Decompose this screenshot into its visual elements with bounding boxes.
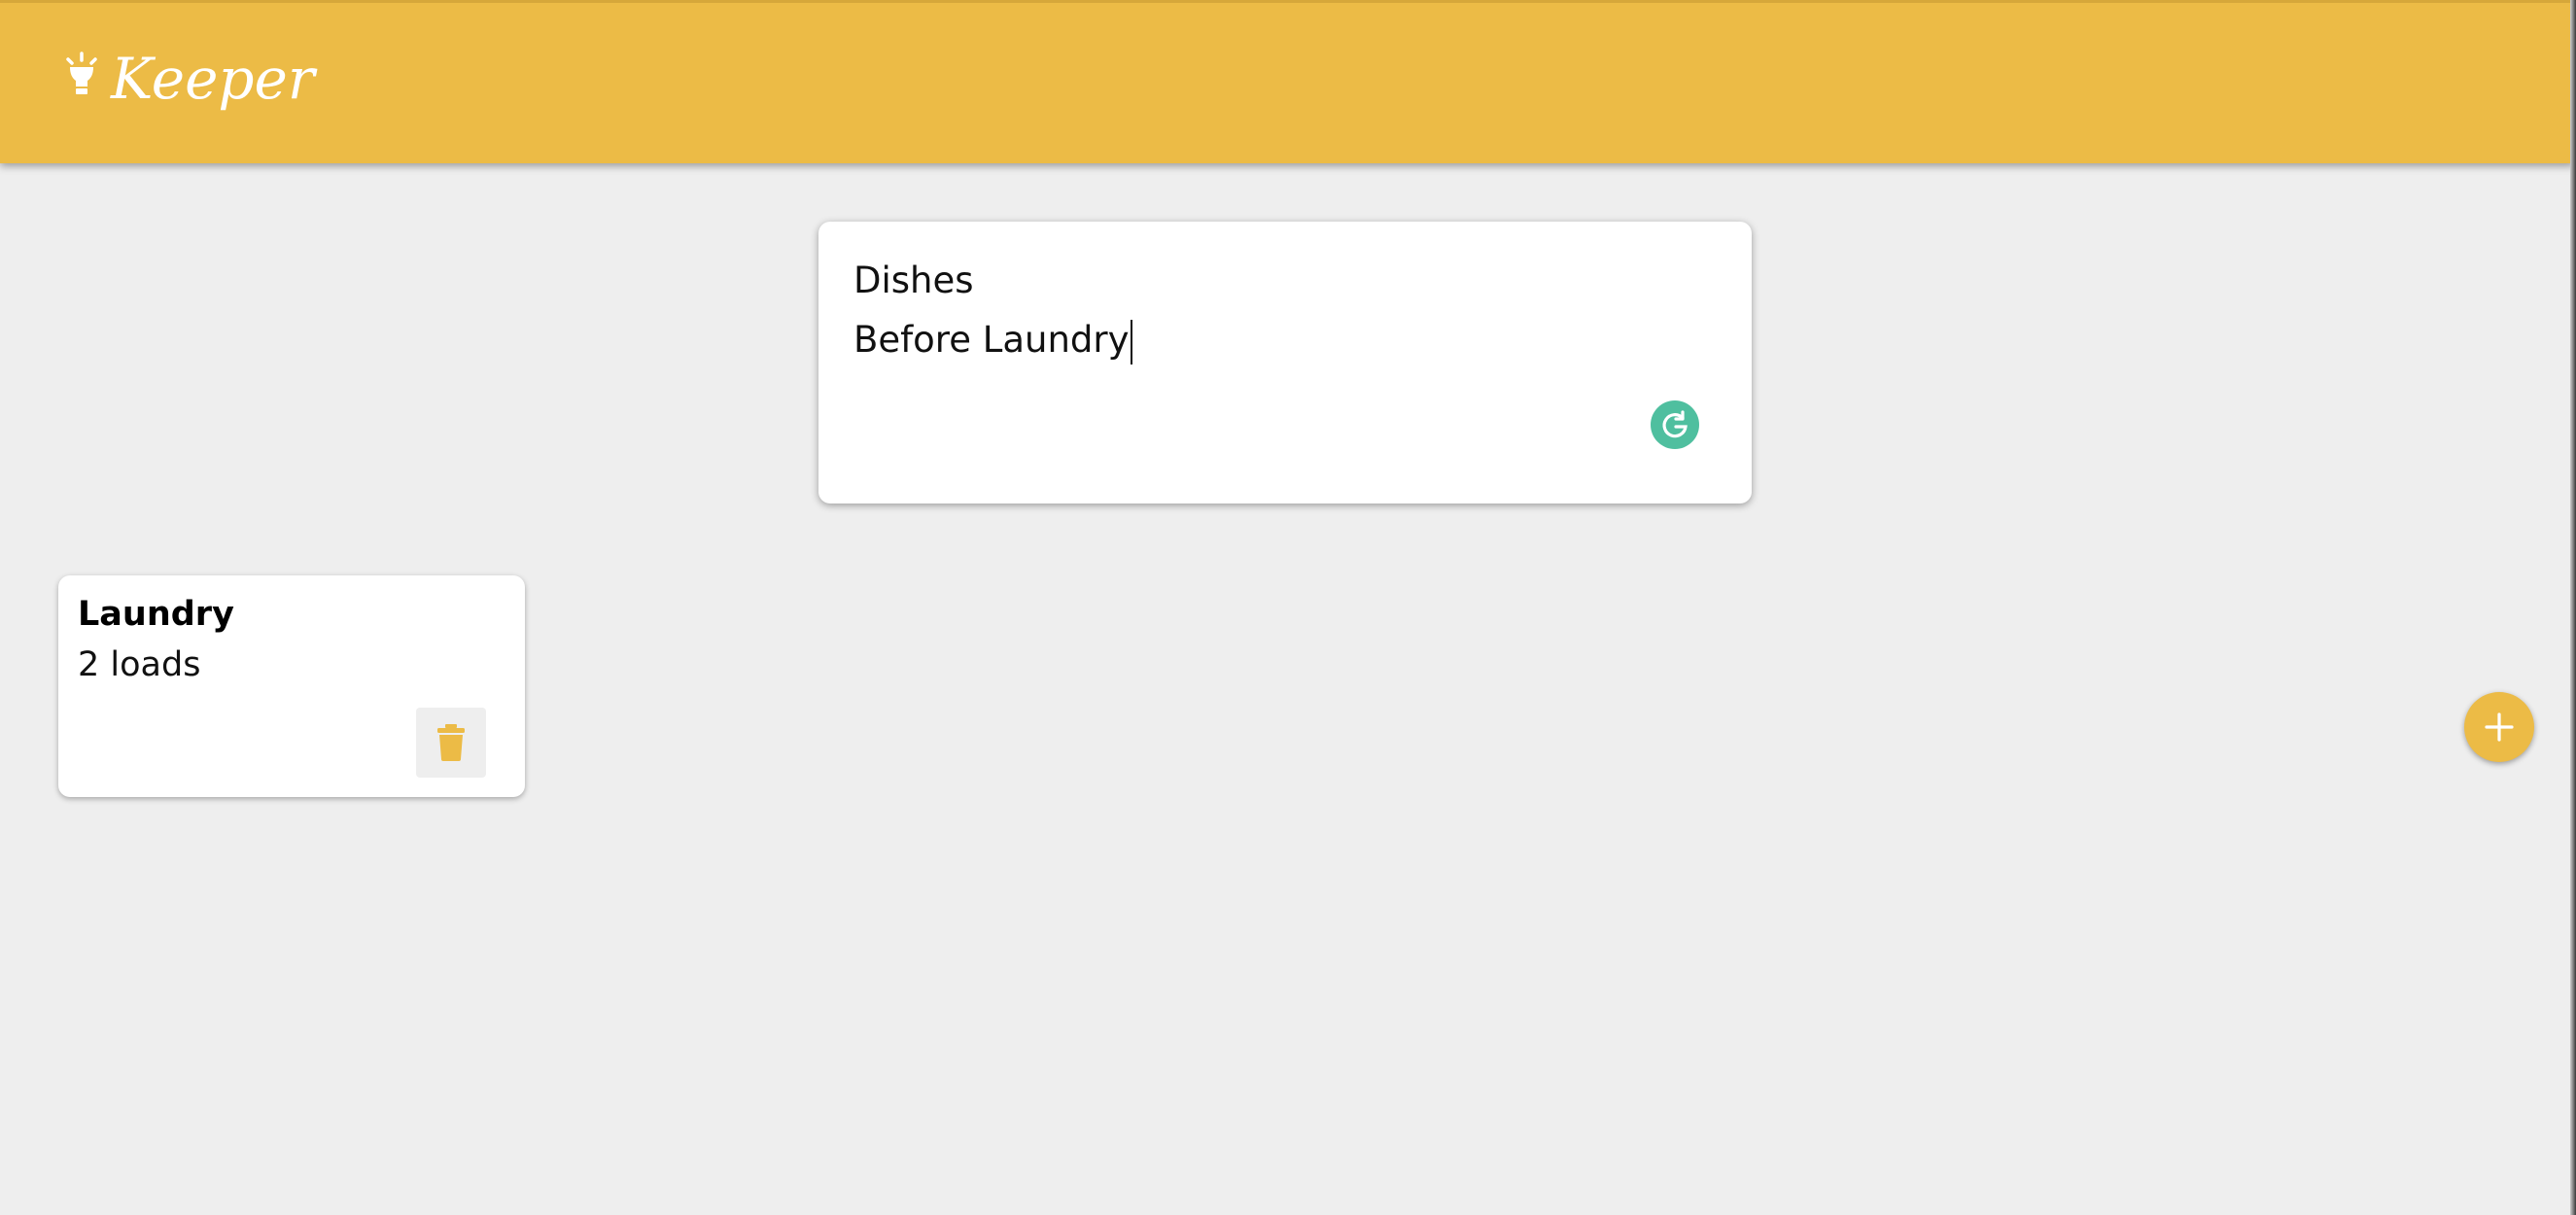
note-title-input[interactable]: [853, 257, 1709, 303]
note-content-input[interactable]: Before Laundry: [853, 319, 1132, 364]
grammarly-icon[interactable]: [1651, 400, 1699, 449]
delete-note-button[interactable]: [416, 708, 486, 778]
app-window: Keeper Before Laundry Laundry 2 loads: [0, 0, 2574, 1215]
header: Keeper: [0, 0, 2574, 163]
note-content: 2 loads: [78, 645, 201, 684]
brand: Keeper: [62, 46, 315, 112]
window-edge: [2570, 0, 2576, 1215]
add-note-button[interactable]: [2464, 692, 2534, 762]
note-content-text: Before Laundry: [853, 319, 1130, 361]
create-note-form: Before Laundry: [818, 222, 2534, 762]
lightbulb-icon: [62, 52, 101, 96]
note-title: Laundry: [78, 595, 234, 634]
app-title: Keeper: [111, 46, 315, 112]
text-caret: [1130, 319, 1132, 364]
trash-icon: [437, 724, 465, 761]
note-card: Laundry 2 loads: [58, 575, 525, 797]
plus-icon: [2485, 712, 2514, 742]
